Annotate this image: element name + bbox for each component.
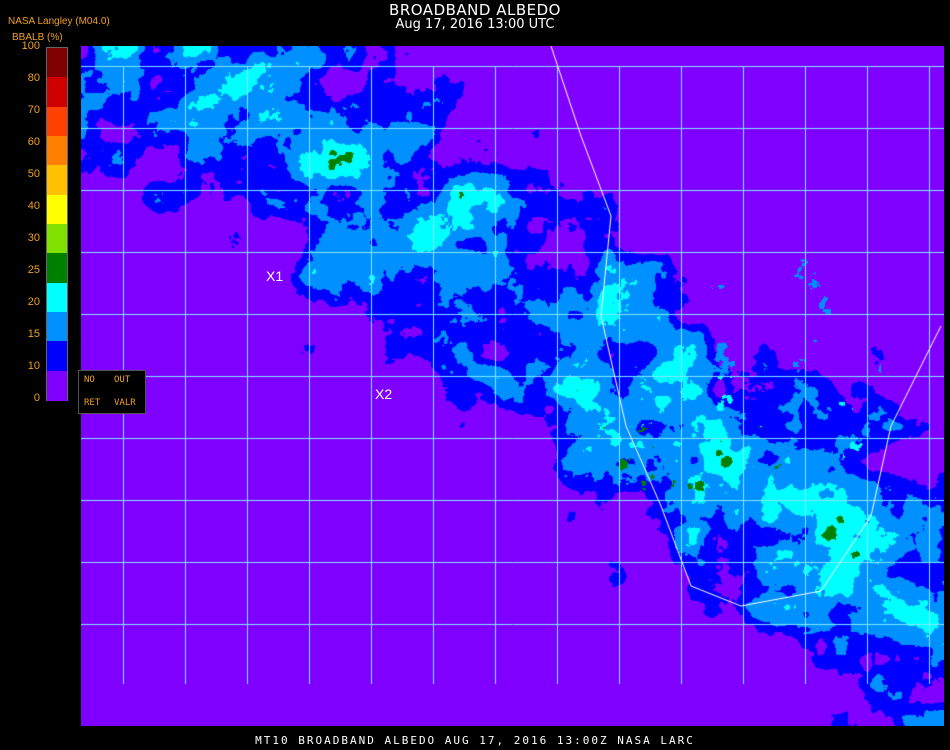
legend-tick: 80 bbox=[27, 72, 40, 84]
marker-x1: X1 bbox=[266, 268, 284, 284]
legend-swatch bbox=[47, 341, 67, 372]
no-data-legend: NO OUT RET VALR bbox=[78, 370, 146, 414]
legend-swatch bbox=[47, 312, 67, 342]
legend-tick: 20 bbox=[27, 296, 40, 308]
legend-swatch bbox=[47, 165, 67, 196]
legend-tick: 0 bbox=[33, 392, 40, 404]
legend-tick: 10 bbox=[27, 360, 40, 372]
ret-label: RET bbox=[84, 398, 101, 408]
legend-swatch bbox=[47, 282, 67, 313]
legend-tick: 30 bbox=[27, 232, 40, 244]
legend-tick: 15 bbox=[27, 328, 40, 340]
color-legend bbox=[46, 47, 68, 401]
legend-swatch bbox=[47, 194, 67, 225]
legend-tick: 60 bbox=[27, 136, 40, 148]
data-source: NASA Langley (M04.0) bbox=[8, 16, 110, 27]
legend-swatch bbox=[47, 136, 67, 166]
map-datetime: Aug 17, 2016 13:00 UTC bbox=[395, 17, 555, 32]
legend-tick: 50 bbox=[27, 168, 40, 180]
satellite-map[interactable]: X1 X2 bbox=[81, 46, 944, 726]
legend-swatch bbox=[47, 370, 67, 401]
valr-label: VALR bbox=[114, 398, 136, 408]
no-label: NO bbox=[84, 375, 95, 385]
legend-swatch bbox=[47, 77, 67, 108]
footer-caption: MT10 BROADBAND ALBEDO AUG 17, 2016 13:00… bbox=[255, 734, 695, 747]
legend-swatch bbox=[47, 253, 67, 284]
legend-swatch bbox=[47, 224, 67, 254]
marker-x2: X2 bbox=[375, 386, 393, 402]
legend-tick: 25 bbox=[27, 264, 40, 276]
out-label: OUT bbox=[114, 375, 131, 385]
legend-tick: 100 bbox=[21, 40, 40, 52]
legend-swatch bbox=[47, 48, 67, 78]
albedo-image bbox=[81, 46, 944, 726]
legend-tick: 70 bbox=[27, 104, 40, 116]
legend-tick: 40 bbox=[27, 200, 40, 212]
legend-swatch bbox=[47, 106, 67, 137]
